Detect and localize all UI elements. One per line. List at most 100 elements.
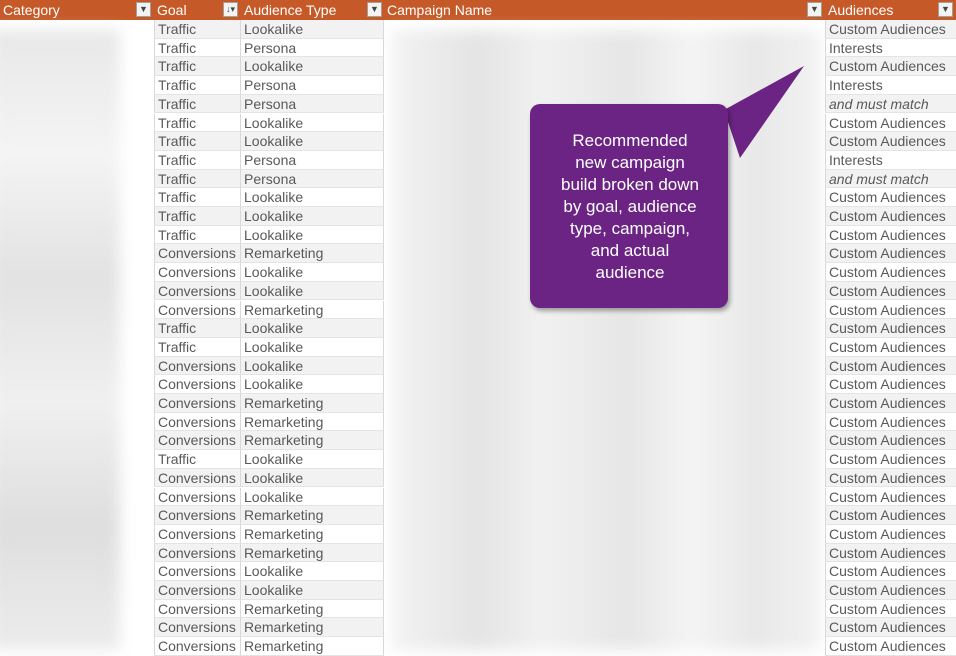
audiences-cell[interactable]: Custom Audiences xyxy=(825,543,956,563)
goal-cell[interactable]: Traffic xyxy=(154,94,241,114)
table-row[interactable]: Conversions Remarketing Custom Audiences xyxy=(0,394,956,413)
goal-cell[interactable]: Conversions xyxy=(154,637,241,656)
audience-type-cell[interactable]: Persona xyxy=(241,76,384,95)
audience-type-cell[interactable]: Remarketing xyxy=(241,412,384,432)
goal-cell[interactable]: Traffic xyxy=(154,169,241,189)
audience-type-cell[interactable]: Lookalike xyxy=(241,581,384,600)
audiences-cell[interactable]: Custom Audiences xyxy=(825,524,956,544)
table-row[interactable]: Traffic Lookalike Custom Audiences xyxy=(0,225,956,245)
goal-cell[interactable]: Conversions xyxy=(154,581,241,600)
goal-cell[interactable]: Conversions xyxy=(154,244,241,264)
audience-type-cell[interactable]: Lookalike xyxy=(241,207,384,226)
goal-cell[interactable]: Conversions xyxy=(154,468,241,488)
audiences-cell[interactable]: Custom Audiences xyxy=(825,599,956,619)
goal-cell[interactable]: Conversions xyxy=(154,487,241,507)
goal-cell[interactable]: Conversions xyxy=(154,599,241,619)
audiences-cell[interactable]: Custom Audiences xyxy=(825,300,956,320)
goal-cell[interactable]: Conversions xyxy=(154,618,241,638)
header-audience-type[interactable]: Audience Type ▼ xyxy=(241,0,384,20)
goal-cell[interactable]: Conversions xyxy=(154,506,241,525)
audiences-cell[interactable]: Custom Audiences xyxy=(825,468,956,488)
audiences-cell[interactable]: Custom Audiences xyxy=(825,637,956,656)
audience-type-cell[interactable]: Remarketing xyxy=(241,244,384,264)
audience-type-cell[interactable]: Remarketing xyxy=(241,394,384,413)
table-row[interactable]: Conversions Remarketing Custom Audiences xyxy=(0,412,956,432)
table-row[interactable]: Conversions Remarketing Custom Audiences xyxy=(0,244,956,264)
goal-cell[interactable]: Conversions xyxy=(154,375,241,394)
audience-type-cell[interactable]: Lookalike xyxy=(241,57,384,77)
audiences-cell[interactable]: Interests xyxy=(825,76,956,95)
audience-type-cell[interactable]: Lookalike xyxy=(241,281,384,301)
audiences-cell[interactable]: and must match xyxy=(825,169,956,189)
table-row[interactable]: Traffic Persona Interests xyxy=(0,38,956,58)
audience-type-cell[interactable]: Lookalike xyxy=(241,20,384,39)
goal-cell[interactable]: Conversions xyxy=(154,524,241,544)
audience-type-cell[interactable]: Remarketing xyxy=(241,618,384,638)
header-goal[interactable]: Goal ↓▾ xyxy=(154,0,241,20)
audiences-cell[interactable]: Custom Audiences xyxy=(825,562,956,581)
audiences-cell[interactable]: Interests xyxy=(825,38,956,58)
audiences-cell[interactable]: Custom Audiences xyxy=(825,225,956,245)
table-row[interactable]: Conversions Remarketing Custom Audiences xyxy=(0,431,956,451)
audiences-cell[interactable]: Custom Audiences xyxy=(825,394,956,413)
table-row[interactable]: Conversions Remarketing Custom Audiences xyxy=(0,637,956,656)
audiences-cell[interactable]: Custom Audiences xyxy=(825,412,956,432)
audiences-cell[interactable]: Custom Audiences xyxy=(825,431,956,451)
table-row[interactable]: Conversions Lookalike Custom Audiences xyxy=(0,356,956,376)
audience-type-cell[interactable]: Lookalike xyxy=(241,487,384,507)
audience-type-cell[interactable]: Lookalike xyxy=(241,263,384,282)
table-row[interactable]: Conversions Remarketing Custom Audiences xyxy=(0,543,956,563)
header-category[interactable]: Category ▼ xyxy=(0,0,154,20)
audiences-cell[interactable]: Custom Audiences xyxy=(825,618,956,638)
goal-cell[interactable]: Conversions xyxy=(154,356,241,376)
audience-type-cell[interactable]: Lookalike xyxy=(241,375,384,394)
goal-cell[interactable]: Conversions xyxy=(154,263,241,282)
audience-type-cell[interactable]: Lookalike xyxy=(241,132,384,151)
sort-filter-icon[interactable]: ↓▾ xyxy=(223,2,238,17)
audience-type-cell[interactable]: Remarketing xyxy=(241,524,384,544)
table-row[interactable]: Conversions Remarketing Custom Audiences xyxy=(0,618,956,638)
audiences-cell[interactable]: Custom Audiences xyxy=(825,263,956,282)
audience-type-cell[interactable]: Remarketing xyxy=(241,300,384,320)
table-row[interactable]: Traffic Lookalike Custom Audiences xyxy=(0,319,956,338)
goal-cell[interactable]: Traffic xyxy=(154,38,241,58)
audience-type-cell[interactable]: Lookalike xyxy=(241,319,384,338)
audience-type-cell[interactable]: Lookalike xyxy=(241,225,384,245)
audience-type-cell[interactable]: Remarketing xyxy=(241,599,384,619)
audience-type-cell[interactable]: Persona xyxy=(241,150,384,170)
audiences-cell[interactable]: Custom Audiences xyxy=(825,319,956,338)
audiences-cell[interactable]: Custom Audiences xyxy=(825,57,956,77)
table-row[interactable]: Conversions Remarketing Custom Audiences xyxy=(0,506,956,525)
goal-cell[interactable]: Conversions xyxy=(154,300,241,320)
filter-dropdown-icon[interactable]: ▼ xyxy=(938,2,953,17)
audience-type-cell[interactable]: Persona xyxy=(241,169,384,189)
goal-cell[interactable]: Conversions xyxy=(154,412,241,432)
goal-cell[interactable]: Traffic xyxy=(154,188,241,207)
audiences-cell[interactable]: Custom Audiences xyxy=(825,244,956,264)
audience-type-cell[interactable]: Remarketing xyxy=(241,543,384,563)
filter-dropdown-icon[interactable]: ▼ xyxy=(807,2,822,17)
goal-cell[interactable]: Conversions xyxy=(154,431,241,451)
audiences-cell[interactable]: Interests xyxy=(825,150,956,170)
table-row[interactable]: Conversions Lookalike Custom Audiences xyxy=(0,375,956,394)
audience-type-cell[interactable]: Lookalike xyxy=(241,562,384,581)
table-row[interactable]: Traffic Lookalike Custom Audiences xyxy=(0,188,956,207)
audience-type-cell[interactable]: Lookalike xyxy=(241,337,384,357)
goal-cell[interactable]: Traffic xyxy=(154,450,241,469)
audience-type-cell[interactable]: Remarketing xyxy=(241,506,384,525)
table-row[interactable]: Traffic Persona and must match xyxy=(0,169,956,189)
table-row[interactable]: Traffic Lookalike Custom Audiences xyxy=(0,20,956,39)
audience-type-cell[interactable]: Lookalike xyxy=(241,450,384,469)
audiences-cell[interactable]: Custom Audiences xyxy=(825,375,956,394)
goal-cell[interactable]: Traffic xyxy=(154,76,241,95)
table-row[interactable]: Conversions Lookalike Custom Audiences xyxy=(0,468,956,488)
audience-type-cell[interactable]: Lookalike xyxy=(241,113,384,133)
table-row[interactable]: Traffic Lookalike Custom Audiences xyxy=(0,207,956,226)
goal-cell[interactable]: Traffic xyxy=(154,319,241,338)
goal-cell[interactable]: Conversions xyxy=(154,562,241,581)
audiences-cell[interactable]: Custom Audiences xyxy=(825,506,956,525)
table-row[interactable]: Conversions Lookalike Custom Audiences xyxy=(0,281,956,301)
audience-type-cell[interactable]: Remarketing xyxy=(241,637,384,656)
goal-cell[interactable]: Traffic xyxy=(154,57,241,77)
goal-cell[interactable]: Traffic xyxy=(154,150,241,170)
